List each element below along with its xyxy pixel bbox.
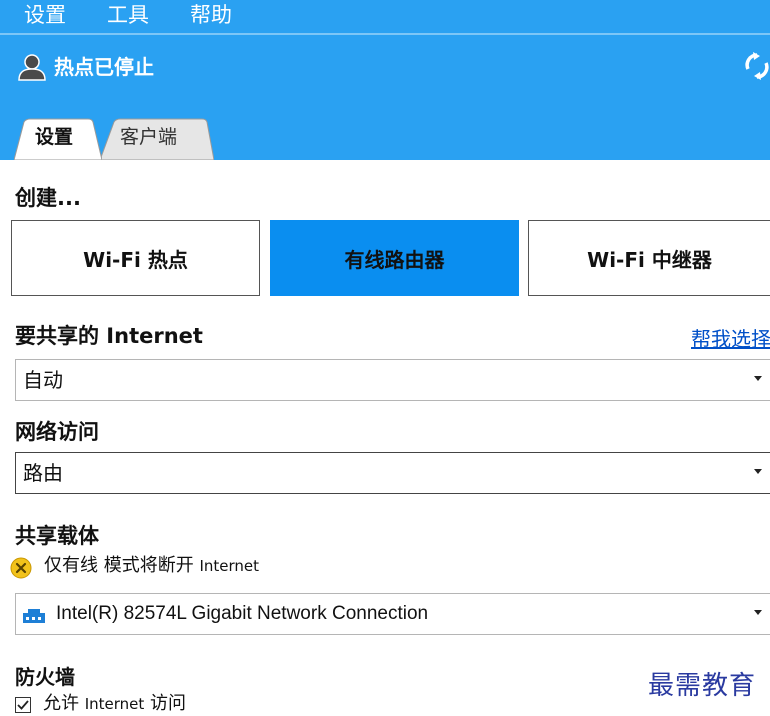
chevron-down-icon [754, 469, 762, 474]
refresh-icon[interactable] [744, 52, 770, 80]
wired-only-warning: 仅有线 模式将断开 Internet [10, 553, 710, 581]
internet-select-value: 自动 [23, 368, 63, 392]
create-title: 创建... [15, 186, 81, 210]
firewall-title: 防火墙 [15, 665, 75, 689]
mode-wifi-hotspot-button[interactable]: Wi-Fi 热点 [11, 220, 260, 296]
tab-client[interactable]: 客户端 [100, 118, 214, 160]
warning-x-icon [10, 557, 32, 579]
mode-wifi-hotspot-label: Wi-Fi 热点 [83, 247, 188, 272]
internet-select[interactable]: 自动 [15, 359, 770, 401]
tab-settings[interactable]: 设置 [14, 118, 102, 160]
network-access-select[interactable]: 路由 [15, 452, 770, 494]
mode-wifi-repeater-button[interactable]: Wi-Fi 中继器 [528, 220, 770, 296]
allow-internet-access-label: 允许 Internet 访问 [43, 692, 186, 716]
checkbox-label-main: 允许 [43, 693, 85, 714]
checkbox-label-internet: Internet [84, 695, 145, 713]
mode-wifi-repeater-label: Wi-Fi 中继器 [587, 247, 712, 272]
menu-help[interactable]: 帮助 [190, 0, 232, 30]
chevron-down-icon [754, 376, 762, 381]
checkmark-icon [17, 700, 29, 710]
network-access-select-value: 路由 [23, 461, 63, 485]
help-me-choose-link[interactable]: 帮我选择 [691, 323, 770, 352]
mode-wired-router-button[interactable]: 有线路由器 [270, 220, 519, 296]
network-access-title: 网络访问 [15, 420, 99, 444]
menu-settings[interactable]: 设置 [24, 0, 66, 30]
tab-settings-label: 设置 [35, 126, 74, 148]
adapter-select[interactable]: Intel(R) 82574L Gigabit Network Connecti… [15, 593, 770, 635]
shared-carrier-title: 共享载体 [15, 524, 99, 548]
tab-client-label: 客户端 [120, 126, 178, 148]
allow-internet-access-checkbox[interactable]: 允许 Internet 访问 [15, 692, 315, 716]
user-icon [18, 54, 46, 81]
warning-text-internet: Internet [199, 557, 260, 575]
menu-divider [0, 33, 770, 35]
menu-tools[interactable]: 工具 [107, 0, 149, 30]
mode-wired-router-label: 有线路由器 [344, 247, 445, 272]
chevron-down-icon [754, 610, 762, 615]
internet-title: 要共享的 Internet [15, 324, 203, 348]
watermark-text: 最需教育 [648, 671, 757, 701]
menu-bar: 设置 工具 帮助 [0, 0, 770, 33]
adapter-select-value: Intel(R) 82574L Gigabit Network Connecti… [56, 603, 429, 624]
warning-text-main: 仅有线 模式将断开 [44, 555, 200, 576]
network-adapter-icon [23, 609, 45, 623]
checkbox-box[interactable] [15, 697, 31, 713]
warning-text: 仅有线 模式将断开 Internet [44, 554, 259, 578]
status-text: 热点已停止 [54, 55, 154, 79]
checkbox-label-tail: 访问 [144, 693, 187, 714]
hotspot-status: 热点已停止 [0, 46, 770, 86]
